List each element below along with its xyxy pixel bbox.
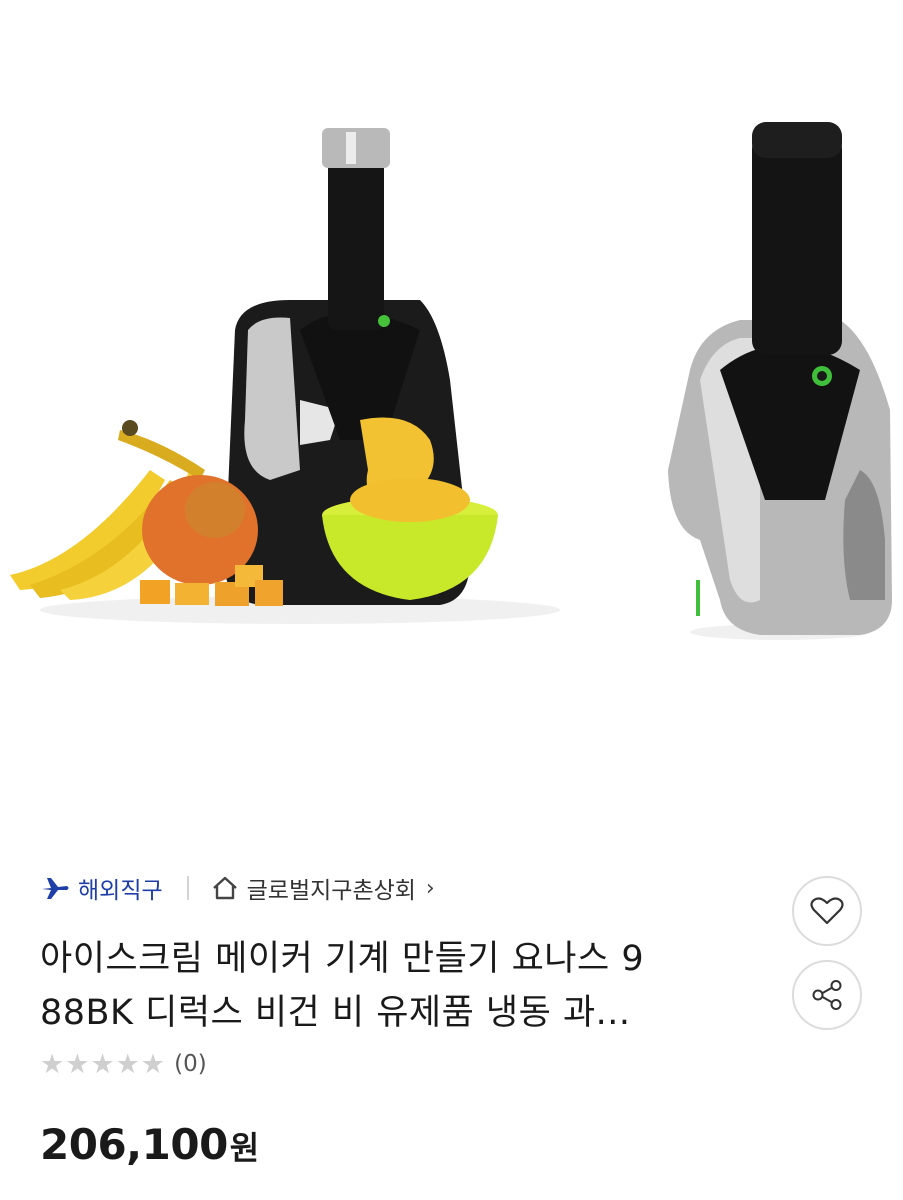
star-icon: ★ [115,1048,140,1080]
home-icon [212,876,237,900]
star-icon: ★ [140,1048,166,1080]
airplane-icon [42,878,69,899]
product-title-line-2: 88BK 디럭스 비건 비 유제품 냉동 과... [40,993,631,1033]
like-button[interactable] [792,876,862,946]
star-icon: ★ [90,1048,115,1080]
product-image[interactable] [0,0,903,840]
star-icon: ★ [65,1048,90,1080]
product-title-line-1: 아이스크림 메이커 기계 만들기 요나스 9 [40,939,645,979]
product-title: 아이스크림 메이커 기계 만들기 요나스 9 88BK 디럭스 비건 비 유제품… [40,932,760,1040]
price-amount: 206,100 [40,1120,228,1169]
price-currency: 원 [229,1129,260,1167]
price: 206,100 원 [40,1120,259,1169]
product-meta-row: 해외직구 글로벌지구촌상회 › [40,868,435,908]
overseas-direct-label: 해외직구 [78,878,163,904]
review-count: (0) [174,1051,207,1077]
chevron-right-icon: › [425,875,435,901]
rating-row[interactable]: ★ ★ ★ ★ ★ (0) [40,1046,207,1082]
product-photo-illustration [10,122,892,640]
store-name: 글로벌지구촌상회 [246,878,416,904]
share-icon [812,980,842,1010]
overseas-direct-badge: 해외직구 [40,871,163,905]
store-link[interactable]: 글로벌지구촌상회 › [211,871,435,905]
meta-divider [186,876,189,900]
star-icon: ★ [40,1048,65,1080]
star-rating: ★ ★ ★ ★ ★ [40,1051,166,1078]
share-button[interactable] [792,960,862,1030]
heart-icon [810,897,844,925]
